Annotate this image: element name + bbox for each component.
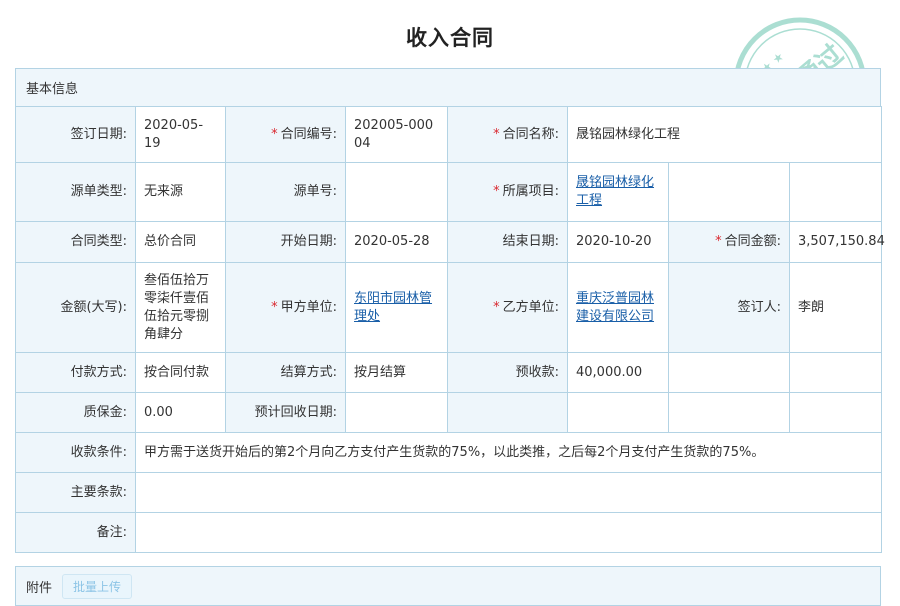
contract-type-value: 总价合同: [135, 221, 226, 263]
prepaid-value: 40,000.00: [567, 352, 669, 393]
contract-amount-value: 3,507,150.84: [788, 221, 885, 263]
end-date-value: 2020-10-20: [567, 221, 669, 263]
form-row: 付款方式: 按合同付款 结算方式: 按月结算 预收款: 40,000.00: [15, 352, 883, 393]
project-label-text: 所属项目:: [502, 184, 559, 199]
remark-label: 备注:: [15, 512, 136, 553]
source-no-value: [345, 162, 448, 222]
remark-value: [134, 512, 883, 553]
settle-method-value: 按月结算: [345, 352, 448, 393]
basic-info-title: 基本信息: [26, 82, 79, 97]
form-row: 签订日期: 2020-05-19 * 合同编号: 202005-00004 * 合同…: [15, 106, 883, 163]
party-a-label-text: 甲方单位:: [280, 299, 337, 315]
basic-info-panel: 基本信息: [15, 68, 881, 107]
sign-date-label: 签订日期:: [15, 106, 136, 163]
source-type-value: 无来源: [135, 162, 226, 222]
empty-cell: [788, 352, 883, 393]
settle-method-label: 结算方式:: [225, 352, 346, 393]
party-a-link[interactable]: 东阳市园林管理处: [354, 291, 432, 324]
contract-name-value: 晟铭园林绿化工程: [566, 106, 883, 163]
party-b-label: * 乙方单位:: [447, 262, 568, 353]
contract-no-label-text: 合同编号:: [280, 126, 337, 142]
party-b-value: 重庆泛普园林建设有限公司: [567, 262, 669, 353]
empty-cell: [788, 162, 883, 222]
pay-method-value: 按合同付款: [135, 352, 226, 393]
form-row: 备注:: [15, 512, 883, 553]
main-terms-label: 主要条款:: [15, 472, 136, 513]
attachments-panel: 附件 批量上传: [15, 566, 881, 606]
main-terms-value: [134, 472, 883, 513]
required-mark: *: [271, 126, 278, 142]
party-b-label-text: 乙方单位:: [502, 299, 559, 315]
required-mark: *: [493, 184, 500, 199]
attachments-title: 附件: [26, 580, 53, 596]
party-b-link[interactable]: 重庆泛普园林建设有限公司: [576, 291, 654, 324]
contract-amount-label-text: 合同金额:: [724, 234, 781, 249]
batch-upload-button[interactable]: 批量上传: [62, 573, 133, 599]
project-label: * 所属项目:: [447, 162, 568, 222]
empty-cell: [447, 392, 568, 433]
terms-payment-label: 收款条件:: [15, 432, 136, 473]
attachments-header: 附件 批量上传: [16, 567, 880, 605]
amount-upper-value: 叁佰伍拾万零柒仟壹佰伍拾元零捌角肆分: [135, 262, 226, 353]
empty-cell: [668, 392, 790, 433]
expected-recovery-date-value: [345, 392, 448, 433]
project-value: 晟铭园林绿化工程: [567, 162, 669, 222]
form-row: 收款条件: 甲方需于送货开始后的第2个月向乙方支付产生货款的75%，以此类推，之…: [15, 432, 883, 473]
end-date-label: 结束日期:: [447, 221, 568, 263]
party-a-value: 东阳市园林管理处: [345, 262, 448, 353]
start-date-label: 开始日期:: [225, 221, 346, 263]
amount-upper-label: 金额(大写):: [15, 262, 136, 353]
required-mark: *: [493, 299, 500, 315]
contract-name-label: * 合同名称:: [447, 106, 568, 163]
source-no-label: 源单号:: [225, 162, 346, 222]
sign-date-value: 2020-05-19: [135, 106, 226, 163]
required-mark: *: [493, 126, 500, 142]
deposit-value: 0.00: [135, 392, 226, 433]
party-a-label: * 甲方单位:: [225, 262, 346, 353]
pay-method-label: 付款方式:: [15, 352, 136, 393]
contract-form-table: 签订日期: 2020-05-19 * 合同编号: 202005-00004 * 合同…: [15, 106, 885, 553]
deposit-label: 质保金:: [15, 392, 136, 433]
form-row: 合同类型: 总价合同 开始日期: 2020-05-28 结束日期: 2020-1…: [15, 221, 885, 263]
required-mark: *: [271, 299, 278, 315]
signer-value: 李朗: [788, 262, 883, 353]
source-type-label: 源单类型:: [15, 162, 136, 222]
project-link[interactable]: 晟铭园林绿化工程: [576, 175, 654, 208]
form-row: 质保金: 0.00 预计回收日期:: [15, 392, 883, 433]
contract-no-label: * 合同编号:: [225, 106, 346, 163]
empty-cell: [788, 392, 883, 433]
form-row: 金额(大写): 叁佰伍拾万零柒仟壹佰伍拾元零捌角肆分 * 甲方单位: 东阳市园林管…: [15, 262, 883, 353]
required-mark: *: [715, 234, 722, 249]
terms-payment-value: 甲方需于送货开始后的第2个月向乙方支付产生货款的75%，以此类推，之后每2个月支…: [134, 432, 883, 473]
contract-type-label: 合同类型:: [15, 221, 136, 263]
empty-cell: [668, 162, 790, 222]
empty-cell: [567, 392, 669, 433]
contract-no-value: 202005-00004: [345, 106, 448, 163]
form-row: 主要条款:: [15, 472, 883, 513]
contract-amount-label: * 合同金额:: [668, 221, 790, 263]
signer-label: 签订人:: [668, 262, 790, 353]
expected-recovery-date-label: 预计回收日期:: [225, 392, 346, 433]
basic-info-header: 基本信息: [16, 69, 880, 106]
empty-cell: [668, 352, 790, 393]
form-row: 源单类型: 无来源 源单号: * 所属项目: 晟铭园林绿化工程: [15, 162, 883, 222]
start-date-value: 2020-05-28: [345, 221, 448, 263]
contract-name-label-text: 合同名称:: [502, 126, 559, 142]
prepaid-label: 预收款:: [447, 352, 568, 393]
